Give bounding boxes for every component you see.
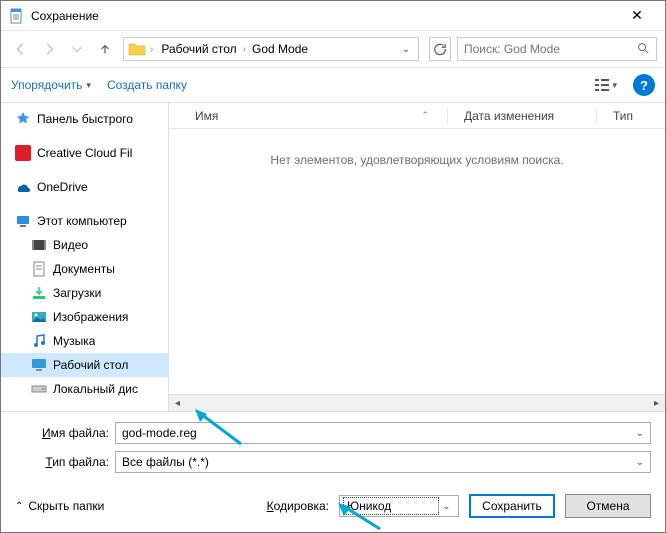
tree-desktop[interactable]: Рабочий стол: [1, 353, 168, 377]
filename-input[interactable]: [122, 426, 632, 440]
desktop-icon: [31, 357, 47, 373]
folder-icon: [128, 40, 146, 58]
tree-documents[interactable]: Документы: [1, 257, 168, 281]
encoding-dropdown[interactable]: ⌄: [438, 501, 454, 512]
pc-icon: [15, 213, 31, 229]
encoding-value: Юникод: [344, 498, 438, 514]
column-date[interactable]: Дата изменения: [456, 109, 586, 123]
breadcrumb-godmode[interactable]: God Mode: [248, 42, 312, 56]
tree-pictures[interactable]: Изображения: [1, 305, 168, 329]
column-type[interactable]: Тип: [605, 109, 665, 123]
encoding-select[interactable]: Юникод ⌄: [339, 495, 459, 517]
filetype-label: Тип файла:: [15, 455, 115, 469]
filetype-select[interactable]: Все файлы (*.*) ⌄: [115, 451, 651, 473]
folder-tree: Панель быстрого Creative Cloud Fil OneDr…: [1, 103, 169, 411]
search-field[interactable]: [464, 42, 636, 56]
cancel-button[interactable]: Отмена: [565, 494, 651, 518]
chevron-right-icon: ›: [150, 44, 153, 55]
organize-button[interactable]: Упорядочить ▾: [11, 78, 91, 92]
filename-field[interactable]: ⌄: [115, 422, 651, 444]
scroll-left-icon[interactable]: ◂: [169, 398, 186, 409]
forward-button[interactable]: [37, 37, 61, 61]
tree-quick-access[interactable]: Панель быстрого: [1, 107, 168, 131]
notepad-icon: [9, 8, 25, 24]
column-headers: Имя⌃ Дата изменения Тип: [169, 103, 665, 129]
chevron-right-icon: ›: [243, 44, 246, 55]
search-icon: [636, 41, 650, 58]
refresh-button[interactable]: [429, 37, 451, 61]
column-name[interactable]: Имя⌃: [187, 109, 437, 123]
horizontal-scrollbar[interactable]: ◂ ▸: [169, 394, 665, 411]
download-icon: [31, 285, 47, 301]
recent-locations-button[interactable]: [65, 37, 89, 61]
address-dropdown[interactable]: ⌄: [398, 44, 414, 55]
back-button[interactable]: [9, 37, 33, 61]
view-mode-button[interactable]: ▾: [594, 78, 617, 92]
filetype-dropdown[interactable]: ⌄: [632, 457, 644, 468]
save-button[interactable]: Сохранить: [469, 494, 555, 518]
document-icon: [31, 261, 47, 277]
tree-music[interactable]: Музыка: [1, 329, 168, 353]
music-icon: [31, 333, 47, 349]
empty-message: Нет элементов, удовлетворяющих условиям …: [169, 129, 665, 394]
tree-this-pc[interactable]: Этот компьютер: [1, 209, 168, 233]
new-folder-button[interactable]: Создать папку: [107, 78, 187, 92]
disk-icon: [31, 381, 47, 397]
tree-downloads[interactable]: Загрузки: [1, 281, 168, 305]
breadcrumb-desktop[interactable]: Рабочий стол: [157, 42, 240, 56]
tree-creative-cloud[interactable]: Creative Cloud Fil: [1, 141, 168, 165]
filename-dropdown[interactable]: ⌄: [632, 428, 644, 439]
filename-label: Имя файла:: [15, 426, 115, 440]
close-button[interactable]: ✕: [617, 7, 657, 24]
scroll-right-icon[interactable]: ▸: [648, 398, 665, 409]
star-icon: [15, 111, 31, 127]
tree-onedrive[interactable]: OneDrive: [1, 175, 168, 199]
filetype-value: Все файлы (*.*): [122, 455, 632, 469]
cc-icon: [15, 145, 31, 161]
onedrive-icon: [15, 179, 31, 195]
encoding-label: Кодировка:: [267, 499, 329, 513]
video-icon: [31, 237, 47, 253]
up-button[interactable]: [93, 37, 117, 61]
tree-local-disk[interactable]: Локальный дис: [1, 377, 168, 401]
help-button[interactable]: ?: [633, 74, 655, 96]
window-title: Сохранение: [31, 9, 617, 23]
picture-icon: [31, 309, 47, 325]
address-bar[interactable]: › Рабочий стол › God Mode ⌄: [123, 37, 419, 61]
hide-folders-button[interactable]: ⌃ Скрыть папки: [15, 499, 104, 513]
search-input[interactable]: [457, 37, 657, 61]
tree-videos[interactable]: Видео: [1, 233, 168, 257]
chevron-down-icon: ⌃: [15, 501, 23, 512]
